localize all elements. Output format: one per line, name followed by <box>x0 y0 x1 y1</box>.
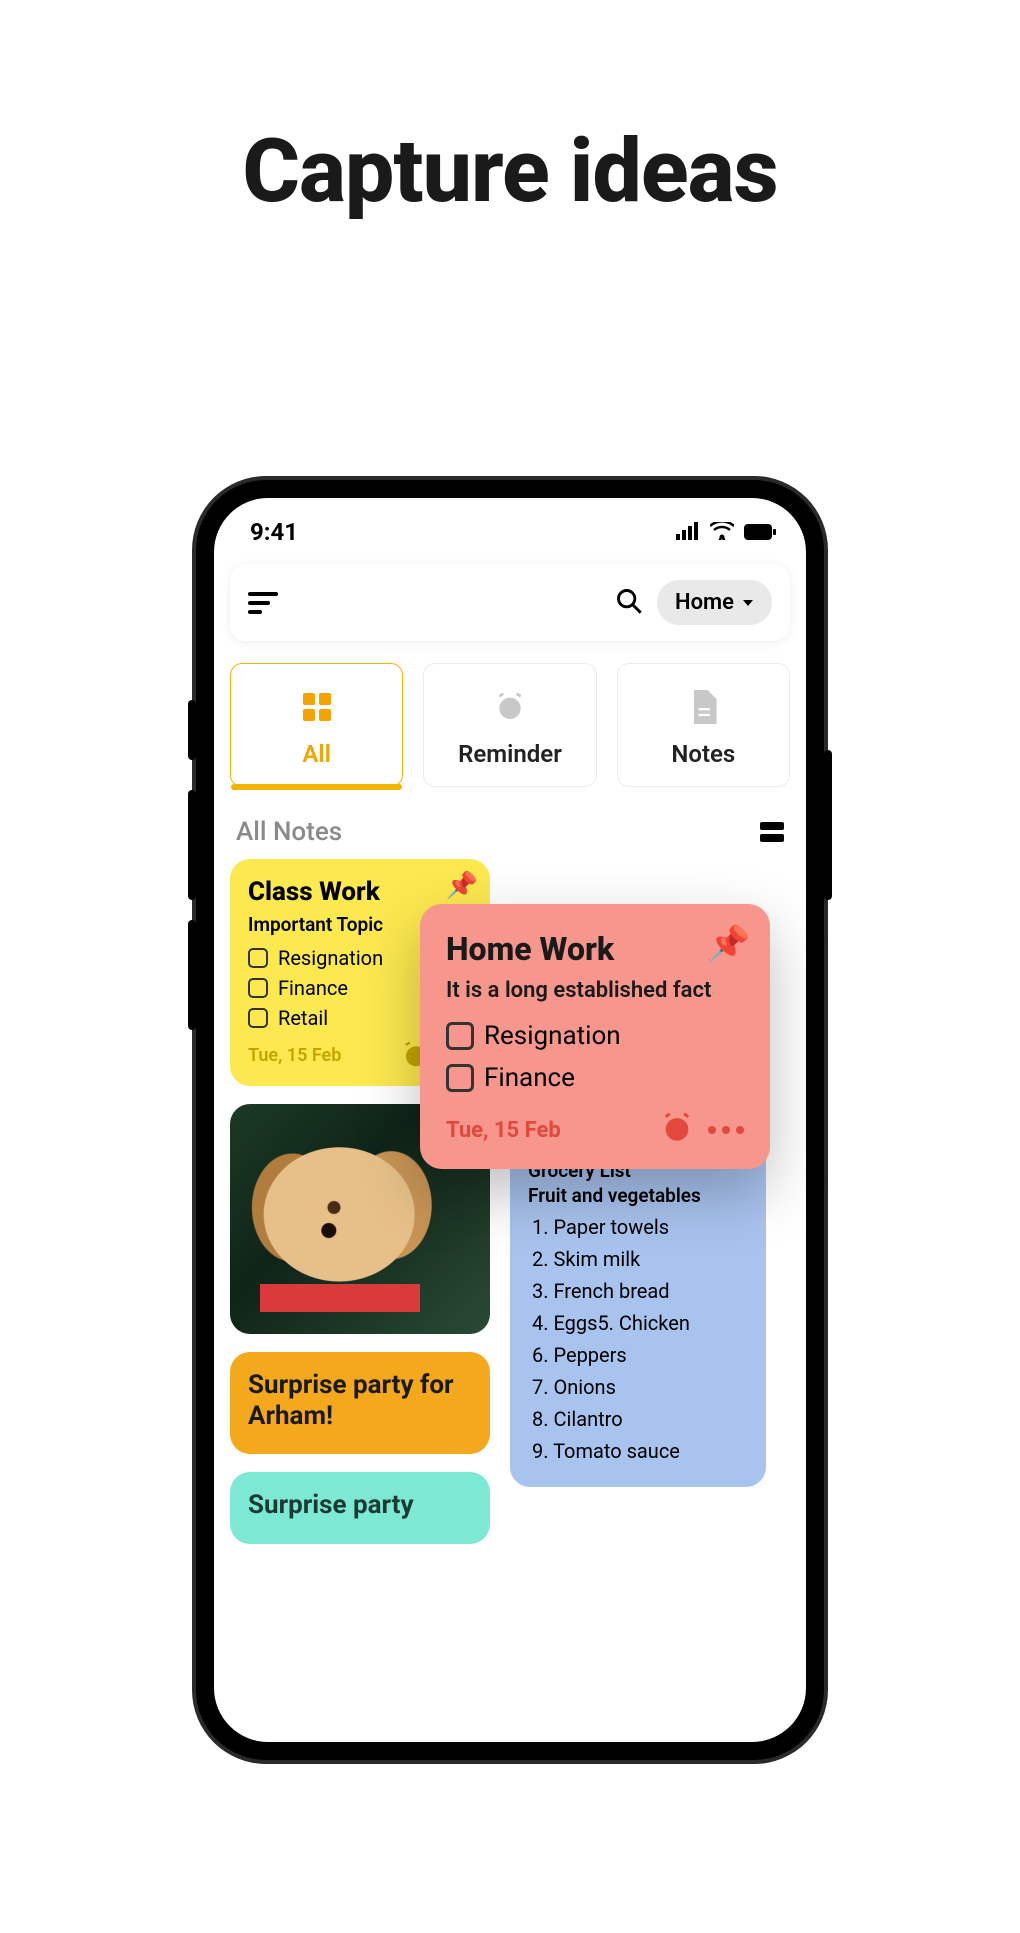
note-title: Surprise party <box>248 1490 472 1521</box>
signal-icon <box>676 518 700 546</box>
tab-all[interactable]: All <box>230 663 403 787</box>
phone-side-button <box>824 750 832 900</box>
note-title: Surprise party for Arham! <box>248 1370 472 1432</box>
list-item: 6. Peppers <box>532 1343 748 1367</box>
chevron-down-icon <box>742 590 754 615</box>
file-icon <box>624 688 783 726</box>
note-subtitle: It is a long established fact <box>446 978 744 1003</box>
note-title: Home Work <box>446 930 744 968</box>
category-tabs: All Reminder Notes <box>214 641 806 787</box>
phone-side-button <box>188 700 196 760</box>
note-card-grocery[interactable]: Grocery List Fruit and vegetables 1. Pap… <box>510 1139 766 1487</box>
section-title: All Notes <box>236 817 342 847</box>
note-card-surprise2[interactable]: Surprise party <box>230 1472 490 1543</box>
pin-icon: 📌 <box>708 924 750 964</box>
phone-side-button <box>188 920 196 1030</box>
checkbox-icon <box>248 1008 268 1028</box>
top-bar: Home <box>230 564 790 641</box>
more-icon[interactable] <box>708 1126 744 1134</box>
checklist-item[interactable]: Finance <box>446 1063 744 1093</box>
note-card-surprise[interactable]: Surprise party for Arham! <box>230 1352 490 1454</box>
battery-icon <box>744 518 776 546</box>
folder-label: Home <box>675 590 734 615</box>
phone-side-button <box>188 790 196 900</box>
list-item: 2. Skim milk <box>532 1247 748 1271</box>
status-time: 9:41 <box>250 518 298 546</box>
checklist-item[interactable]: Resignation <box>446 1021 744 1051</box>
menu-icon[interactable] <box>248 592 278 614</box>
checkbox-icon <box>446 1064 474 1092</box>
note-title: Class Work <box>248 877 472 907</box>
status-bar: 9:41 <box>214 498 806 554</box>
grid-icon <box>303 693 331 721</box>
layout-toggle-icon[interactable] <box>760 822 784 842</box>
notes-grid: 📌 Class Work Important Topic Resignation… <box>214 859 806 875</box>
list-item: 3. French bread <box>532 1279 748 1303</box>
hero-title: Capture ideas <box>0 120 1020 223</box>
note-date: Tue, 15 Feb <box>248 1045 389 1066</box>
note-date: Tue, 15 Feb <box>446 1118 646 1143</box>
tab-label: All <box>237 740 396 768</box>
alarm-icon <box>430 688 589 726</box>
checkbox-icon <box>446 1022 474 1050</box>
folder-selector[interactable]: Home <box>657 580 772 625</box>
tab-notes[interactable]: Notes <box>617 663 790 787</box>
note-card-homework[interactable]: 📌 Home Work It is a long established fac… <box>420 904 770 1169</box>
tab-label: Notes <box>624 740 783 768</box>
note-subtitle: Fruit and vegetables <box>528 1184 748 1207</box>
search-icon[interactable] <box>615 587 643 619</box>
alarm-icon <box>660 1111 694 1149</box>
tab-reminder[interactable]: Reminder <box>423 663 596 787</box>
list-item: 1. Paper towels <box>532 1215 748 1239</box>
list-item: 7. Onions <box>532 1375 748 1399</box>
pin-icon: 📌 <box>446 871 478 901</box>
checkbox-icon <box>248 978 268 998</box>
wifi-icon <box>710 518 734 546</box>
list-item: 4. Eggs5. Chicken <box>532 1311 748 1335</box>
list-item: 8. Cilantro <box>532 1407 748 1431</box>
checkbox-icon <box>248 948 268 968</box>
tab-label: Reminder <box>430 740 589 768</box>
list-item: 9. Tomato sauce <box>532 1439 748 1463</box>
